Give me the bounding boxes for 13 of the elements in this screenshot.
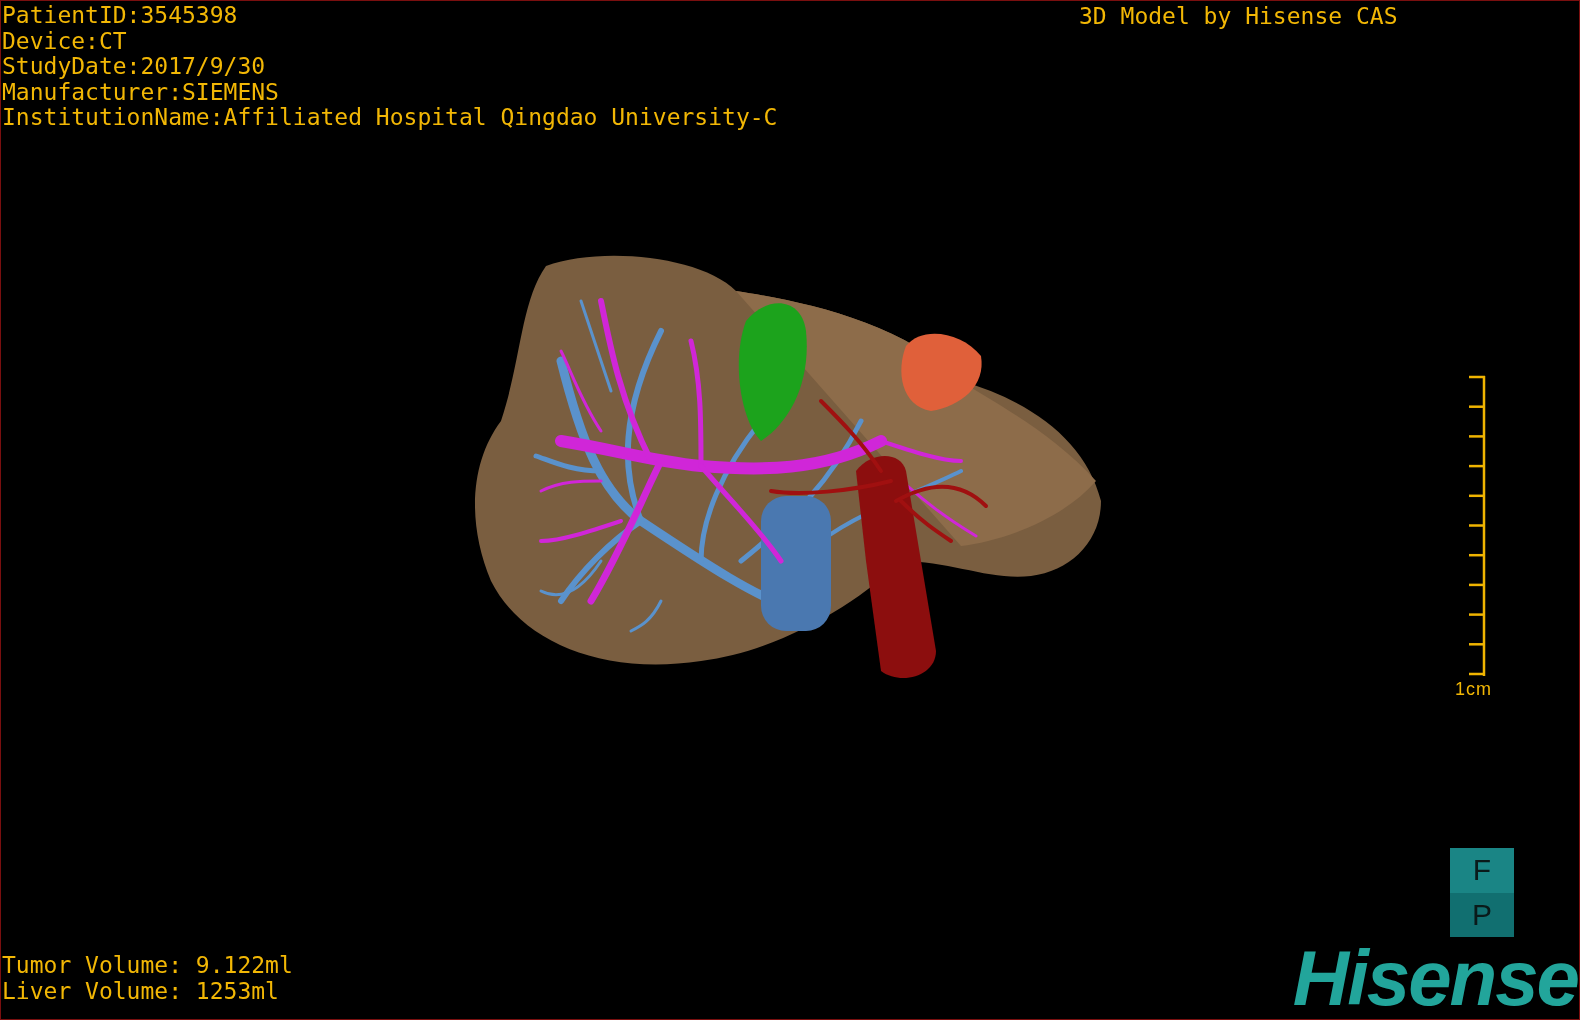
orientation-face-label: P <box>1472 897 1492 932</box>
patient-info-text: InstitutionName:Affiliated Hospital Qingdao University-C <box>2 105 778 131</box>
brand-logo: Hisense <box>1292 939 1578 1017</box>
volume-text: Tumor Volume: 9.122ml <box>2 953 293 979</box>
model-title: 3D Model by Hisense CAS <box>1079 4 1398 30</box>
scale-ruler-icon <box>1467 375 1486 677</box>
volume-text: Liver Volume: 1253ml <box>2 978 279 1004</box>
patient-info-text: StudyDate:2017/9/30 <box>2 54 266 80</box>
scale-label: 1cm <box>1455 679 1492 700</box>
patient-info-text: PatientID:3545398 <box>2 3 238 29</box>
patient-info-text: Manufacturer:SIEMENS <box>2 79 279 105</box>
orientation-face-label: F <box>1472 853 1492 888</box>
patient-info-text: Device:CT <box>2 28 127 54</box>
